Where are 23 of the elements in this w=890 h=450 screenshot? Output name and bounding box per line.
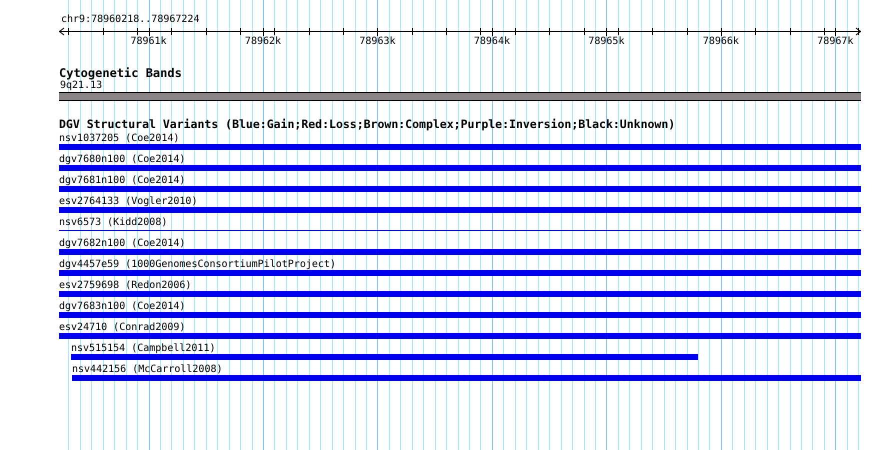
variant-label: nsv1037205 (Coe2014) (59, 132, 180, 144)
variant-label: nsv515154 (Campbell2011) (71, 342, 216, 354)
variant-label: dgv7680n100 (Coe2014) (59, 153, 186, 165)
variant-label: dgv7682n100 (Coe2014) (59, 237, 186, 249)
tick-label: 78964k (474, 36, 510, 47)
tick-label: 78961k (130, 36, 167, 47)
variant-label: dgv7681n100 (Coe2014) (59, 174, 186, 186)
tick-label: 78962k (244, 36, 282, 47)
variant-label: esv2759698 (Redon2006) (59, 279, 192, 291)
variant-label: esv24710 (Conrad2009) (59, 321, 186, 333)
region-label: chr9:78960218..78967224 (61, 14, 200, 26)
track-title: DGV Structural Variants (Blue:Gain;Red:Loss;Brown:Complex;Purple:Inversion;Black:Unknown) (59, 118, 676, 130)
variant-label: nsv442156 (McCarroll2008) (72, 363, 223, 375)
tick-label: 78967k (817, 36, 854, 47)
variant-label: dgv4457e59 (1000GenomesConsortiumPilotProject) (59, 258, 336, 270)
tick-label: 78966k (702, 36, 739, 47)
track-title: Cytogenetic Bands (59, 67, 182, 79)
tick-label: 78965k (588, 36, 624, 47)
variant-label: nsv6573 (Kidd2008) (59, 216, 168, 228)
band-label: 9q21.13 (60, 80, 102, 92)
tick-label: 78963k (359, 36, 396, 47)
variant-label: esv2764133 (Vogler2010) (59, 195, 198, 207)
variant-label: dgv7683n100 (Coe2014) (59, 300, 186, 312)
